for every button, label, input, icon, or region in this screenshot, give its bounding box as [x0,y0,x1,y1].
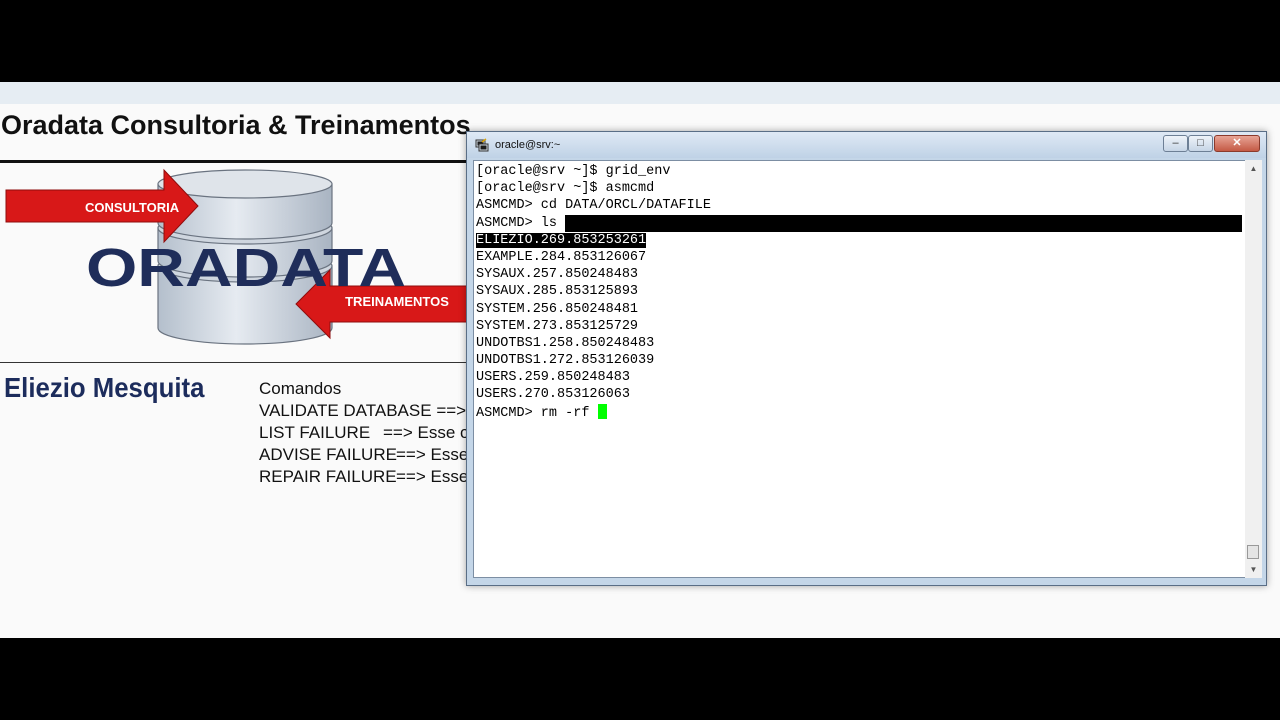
terminal-line-text: UNDOTBS1.258.850248483 [476,335,655,351]
terminal-line: ELIEZIO.269.853253261 [476,232,711,249]
author-name: Eliezio Mesquita [4,372,205,403]
command-name: VALIDATE DATABASE [259,401,432,420]
terminal-line: SYSAUX.257.850248483 [476,266,711,283]
terminal-line-text: SYSTEM.256.850248481 [476,301,639,317]
terminal-line-text: USERS.270.853126063 [476,387,630,403]
terminal-line-text: ELIEZIO.269.853253261 [476,232,647,248]
title-divider [0,160,470,163]
terminal-line-text: SYSAUX.257.850248483 [476,267,639,283]
maximize-icon: □ [1197,137,1204,149]
terminal-lines: [oracle@srv ~]$ grid_env [oracle@srv ~]$ … [476,163,711,421]
terminal-title: oracle@srv:~ [495,139,561,151]
command-name: ADVISE FAILURE [259,445,397,464]
terminal-line-text: [oracle@srv ~]$ grid_env [476,164,671,179]
putty-icon [475,138,489,152]
terminal-scrollbar[interactable]: ▲ ▼ [1245,160,1262,578]
maximize-button[interactable]: □ [1188,135,1213,152]
oradata-logo: CONSULTORIA TREINAMENTOS ORADATA [5,168,470,345]
terminal-line: SYSTEM.256.850248481 [476,301,711,318]
terminal-line-text: ASMCMD> rm -rf [476,405,598,421]
terminal-line: USERS.259.850248483 [476,369,711,386]
terminal-line: UNDOTBS1.258.850248483 [476,335,711,352]
command-row: LIST FAILURE ==> Esse co [259,422,469,444]
logo-wordmark: ORADATA [86,238,406,298]
close-icon: ✕ [1232,137,1242,149]
close-button[interactable]: ✕ [1214,135,1260,152]
letterbox-top [0,0,1280,82]
scroll-thumb[interactable] [1247,545,1259,559]
terminal-line-text: ASMCMD> cd DATA/ORCL/DATAFILE [476,198,711,214]
terminal-line-text: [oracle@srv ~]$ asmcmd [476,181,655,197]
scroll-up-icon[interactable]: ▲ [1245,160,1262,177]
command-row: VALIDATE DATABASE ==> Esse co [259,400,469,422]
terminal-line-text: EXAMPLE.284.853126067 [476,249,647,265]
command-desc: ==> Esse c [396,467,469,486]
terminal-line: ASMCMD> ls [476,215,711,232]
command-desc: ==> Esse co [436,401,467,420]
terminal-line: SYSTEM.273.853125729 [476,318,711,335]
command-desc: ==> Esse co [383,423,469,442]
terminal-cursor [597,403,607,419]
slide-title: Oradata Consultoria & Treinamentos [1,110,471,140]
terminal-window[interactable]: oracle@srv:~ – □ ✕ [oracle@srv ~]$ grid_… [466,131,1267,586]
scroll-down-icon[interactable]: ▼ [1245,561,1262,578]
minimize-button[interactable]: – [1163,135,1188,152]
logo-tag-consultoria: CONSULTORIA [85,200,180,215]
terminal-titlebar[interactable]: oracle@srv:~ – □ ✕ [467,132,1266,158]
terminal-line: USERS.270.853126063 [476,386,711,403]
command-desc: ==> Esse c [396,445,469,464]
content-divider [0,362,470,363]
command-name: LIST FAILURE [259,423,371,442]
command-name: REPAIR FAILURE [259,467,397,486]
terminal-line: ASMCMD> rm -rf [476,403,711,421]
command-row: ADVISE FAILURE==> Esse c [259,444,469,466]
commands-list: Comandos VALIDATE DATABASE ==> Esse co L… [259,378,469,488]
letterbox-bottom [0,638,1280,720]
terminal-line: UNDOTBS1.272.853126039 [476,352,711,369]
minimize-icon: – [1172,137,1179,149]
terminal-line-text: SYSAUX.285.853125893 [476,284,639,300]
terminal-line-text: ASMCMD> ls [476,215,558,231]
terminal-line-text: USERS.259.850248483 [476,370,630,386]
terminal-line: [oracle@srv ~]$ asmcmd [476,180,711,197]
terminal-line: EXAMPLE.284.853126067 [476,249,711,266]
terminal-line: [oracle@srv ~]$ grid_env [476,163,711,180]
terminal-line-text: UNDOTBS1.272.853126039 [476,353,655,369]
command-row: REPAIR FAILURE==> Esse c [259,466,469,488]
terminal-line: SYSAUX.285.853125893 [476,283,711,300]
terminal-line: ASMCMD> cd DATA/ORCL/DATAFILE [476,197,711,214]
terminal-output[interactable]: [oracle@srv ~]$ grid_env [oracle@srv ~]$ … [473,160,1251,578]
slide-header-band [0,82,1280,104]
commands-heading: Comandos [259,379,342,398]
terminal-line-text: SYSTEM.273.853125729 [476,318,639,334]
